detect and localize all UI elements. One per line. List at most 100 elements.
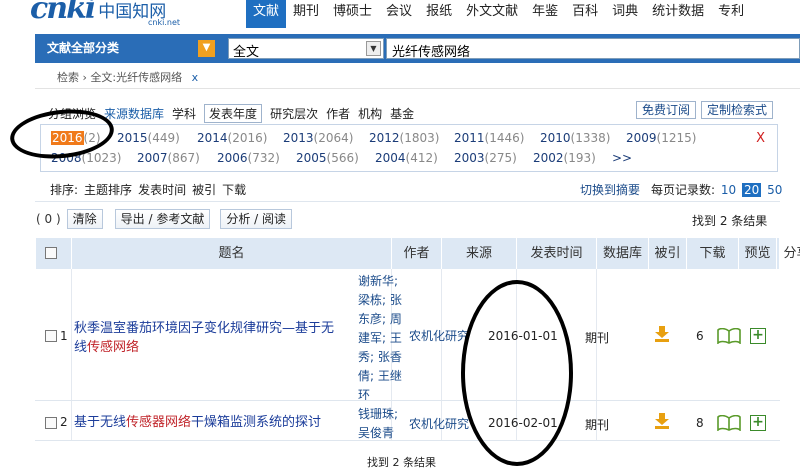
col-downloads[interactable]: 下载 <box>686 238 738 269</box>
author-line: 东彦; 周 <box>358 312 402 326</box>
tab-author[interactable]: 作者 <box>326 105 350 122</box>
custom-search-button[interactable]: 定制检索式 <box>701 101 774 119</box>
free-subscribe-button[interactable]: 免费订阅 <box>636 101 697 119</box>
scope-label[interactable]: 文献全部分类 <box>47 34 119 63</box>
clear-button[interactable]: 清除 <box>66 209 103 229</box>
row-number: 2 <box>60 415 68 429</box>
author-line: 倩; 王继 <box>358 369 402 383</box>
nav-item-literature[interactable]: 文献 <box>246 0 287 28</box>
share-add-icon[interactable]: + <box>750 415 766 431</box>
nav-item-newspaper[interactable]: 报纸 <box>419 0 459 28</box>
year-filter-2005[interactable]: 2005(566) <box>296 151 359 165</box>
share-add-icon[interactable]: + <box>750 328 766 344</box>
year-filter-2002[interactable]: 2002(193) <box>533 151 596 165</box>
sort-by-cited[interactable]: 被引 <box>192 181 216 198</box>
source-link[interactable]: 农机化研究 <box>409 415 469 432</box>
nav-item-thesis[interactable]: 博硕士 <box>326 0 379 28</box>
year-panel: 2016(2) 2015(449) 2014(2016) 2013(2064) … <box>40 124 778 172</box>
tab-fund[interactable]: 基金 <box>390 105 414 122</box>
year-filter-2003[interactable]: 2003(275) <box>454 151 517 165</box>
col-source[interactable]: 来源 <box>441 238 516 269</box>
year-value: 2011 <box>454 131 485 145</box>
breadcrumb: 检索 › 全文:光纤传感网络 x <box>57 69 198 85</box>
sort-by-downloads[interactable]: 下载 <box>222 181 246 198</box>
sort-by-date[interactable]: 发表时间 <box>138 181 186 198</box>
row-checkbox[interactable] <box>45 330 57 342</box>
title-text: 线 <box>74 340 88 355</box>
year-filter-2006[interactable]: 2006(732) <box>217 151 280 165</box>
year-value: 2004 <box>375 151 406 165</box>
result-title-link[interactable]: 基于无线传感器网络干燥箱监测系统的探讨 <box>74 413 356 432</box>
year-filter-2013[interactable]: 2013(2064) <box>283 131 353 145</box>
download-count: 6 <box>696 329 704 343</box>
year-filter-2004[interactable]: 2004(412) <box>375 151 438 165</box>
year-filter-2014[interactable]: 2014(2016) <box>197 131 267 145</box>
breadcrumb-remove-button[interactable]: x <box>192 71 199 84</box>
dropdown-arrow-icon[interactable]: ▼ <box>366 41 381 56</box>
search-input[interactable]: 光纤传感网络 <box>386 38 800 60</box>
selected-count: ( 0 ) <box>36 212 61 226</box>
col-pub-date[interactable]: 发表时间 <box>516 238 596 269</box>
search-field-select[interactable]: 全文 ▼ <box>228 38 384 60</box>
year-filter-2015[interactable]: 2015(449) <box>117 131 180 145</box>
nav-item-yearbook[interactable]: 年鉴 <box>525 0 565 28</box>
nav-item-journal[interactable]: 期刊 <box>286 0 326 28</box>
col-database[interactable]: 数据库 <box>596 238 648 269</box>
nav-item-statistics[interactable]: 统计数据 <box>645 0 711 28</box>
nav-item-conference[interactable]: 会议 <box>379 0 419 28</box>
divider <box>35 400 780 401</box>
author-list[interactable]: 钱珊珠; 吴俊青 <box>358 405 402 443</box>
tab-pub-year[interactable]: 发表年度 <box>204 103 263 123</box>
download-icon[interactable] <box>655 326 669 342</box>
row-checkbox[interactable] <box>45 417 57 429</box>
year-filter-2010[interactable]: 2010(1338) <box>540 131 610 145</box>
close-icon[interactable]: X <box>756 131 765 146</box>
nav-item-patent[interactable]: 专利 <box>711 0 751 28</box>
analyze-button[interactable]: 分析 / 阅读 <box>220 209 293 229</box>
col-title[interactable]: 题名 <box>71 238 391 269</box>
title-keyword: 传感器 <box>126 415 166 430</box>
more-years-link[interactable]: >> <box>612 151 632 165</box>
result-count-bottom: 找到 2 条结果 <box>367 456 436 469</box>
download-count: 8 <box>696 416 704 430</box>
chevron-down-icon[interactable]: ▼ <box>198 40 215 57</box>
col-author[interactable]: 作者 <box>391 238 441 269</box>
year-filter-2009[interactable]: 2009(1215) <box>626 131 696 145</box>
year-filter-2012[interactable]: 2012(1803) <box>369 131 439 145</box>
sort-label: 排序: <box>50 183 79 197</box>
tab-institution[interactable]: 机构 <box>358 105 382 122</box>
title-text: 秋季温室番茄环境因子变化规律研究—基于无 <box>74 321 335 336</box>
sort-by-topic[interactable]: 主题排序 <box>84 181 132 198</box>
nav-item-foreign[interactable]: 外文文献 <box>459 0 525 28</box>
select-all-checkbox[interactable] <box>45 247 57 259</box>
year-filter-2011[interactable]: 2011(1446) <box>454 131 524 145</box>
tab-source-db[interactable]: 来源数据库 <box>104 105 164 122</box>
author-line: 环 <box>358 388 371 402</box>
author-list[interactable]: 谢新华; 梁栋; 张 东彦; 周 建军; 王 秀; 张香 倩; 王继 环 <box>358 272 402 405</box>
cnki-logo[interactable]: cnki 中国知网 cnki.net <box>30 0 180 27</box>
year-count: (1215) <box>656 131 697 145</box>
download-icon[interactable] <box>655 413 669 429</box>
nav-item-encyclopedia[interactable]: 百科 <box>565 0 605 28</box>
col-cited[interactable]: 被引 <box>648 238 686 269</box>
per-page-10[interactable]: 10 <box>721 183 736 197</box>
top-bar: cnki 中国知网 cnki.net 文献 期刊 博硕士 会议 报纸 外文文献 … <box>0 0 800 28</box>
year-filter-2007[interactable]: 2007(867) <box>137 151 200 165</box>
per-page-20[interactable]: 20 <box>741 183 762 197</box>
logo-mark: cnki <box>30 0 96 26</box>
tab-subject[interactable]: 学科 <box>172 105 196 122</box>
switch-to-abstract-link[interactable]: 切换到摘要 <box>580 181 640 198</box>
tab-research-level[interactable]: 研究层次 <box>270 105 318 122</box>
year-count: (1446) <box>484 131 525 145</box>
result-count: 找到 2 条结果 <box>692 214 768 228</box>
nav-item-dictionary[interactable]: 词典 <box>605 0 645 28</box>
result-title-link[interactable]: 秋季温室番茄环境因子变化规律研究—基于无 线传感网络 <box>74 319 356 357</box>
per-page-50[interactable]: 50 <box>767 183 782 197</box>
breadcrumb-root[interactable]: 检索 <box>57 71 79 84</box>
year-count: (193) <box>563 151 596 165</box>
book-preview-icon[interactable] <box>717 415 741 431</box>
source-link[interactable]: 农机化研究 <box>409 327 469 344</box>
title-keyword: 传感网络 <box>87 340 140 355</box>
export-button[interactable]: 导出 / 参考文献 <box>114 209 211 229</box>
book-preview-icon[interactable] <box>717 328 741 344</box>
